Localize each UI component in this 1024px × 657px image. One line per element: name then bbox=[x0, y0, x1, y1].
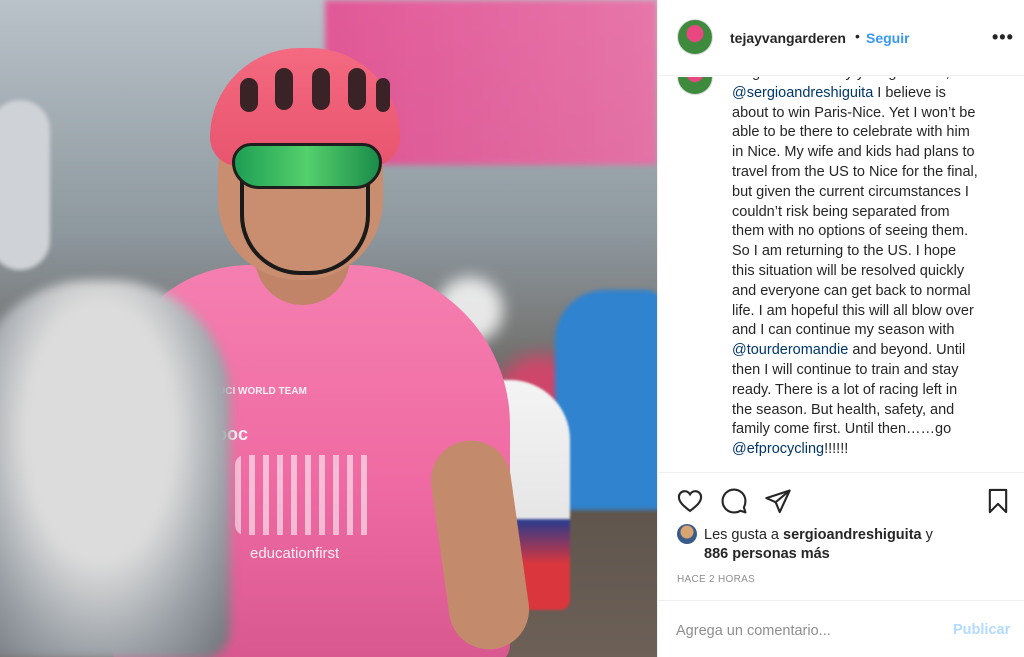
mention-link[interactable]: @efprocycling bbox=[732, 441, 824, 457]
post-photo[interactable]: UCI WORLD TEAM poc educationfirst bbox=[0, 0, 657, 657]
post-header: tejayvangarderen • Seguir ••• bbox=[658, 0, 1024, 76]
caption-line-text: family come first. Until then……go bbox=[732, 421, 952, 438]
caption-line: @tourderomandie and beyond. Until bbox=[732, 341, 1002, 361]
caption-line-text: them with no options of seeing them. bbox=[732, 223, 969, 240]
comment-icon[interactable] bbox=[720, 487, 748, 515]
separator-dot: • bbox=[855, 28, 860, 44]
caption-avatar[interactable] bbox=[677, 77, 713, 95]
mention-link[interactable]: @tourderomandie bbox=[732, 342, 848, 358]
caption-line: about to win Paris-Nice. Yet I won’t be bbox=[732, 104, 1002, 124]
foreground-rider-blur bbox=[0, 280, 230, 657]
share-icon[interactable] bbox=[764, 487, 792, 515]
likes-conj: y bbox=[921, 527, 933, 543]
caption-line: in Nice. My wife and kids had plans to bbox=[732, 143, 1002, 163]
follow-button[interactable]: Seguir bbox=[866, 30, 910, 46]
likes-text: Les gusta a sergioandreshiguita y 886 pe… bbox=[704, 526, 1004, 564]
likes-others-link[interactable]: 886 personas más bbox=[704, 546, 830, 562]
heart-icon[interactable] bbox=[676, 487, 704, 515]
caption-line: the season. But health, safety, and bbox=[732, 401, 1002, 421]
action-bar bbox=[658, 474, 1024, 524]
caption-line-text: this situation will be resolved quickly bbox=[732, 262, 965, 279]
caption-line: this situation will be resolved quickly bbox=[732, 262, 1002, 282]
avatar[interactable] bbox=[677, 19, 713, 55]
likes-prefix: Les gusta a bbox=[704, 527, 783, 543]
helmet-vent bbox=[348, 68, 366, 110]
caption-line: @efprocycling!!!!!! bbox=[732, 440, 1002, 460]
post-timestamp[interactable]: Hace 2 horas bbox=[677, 574, 755, 585]
caption-line: and everyone can get back to normal bbox=[732, 282, 1002, 302]
bookmark-icon[interactable] bbox=[984, 487, 1012, 515]
caption-line: them with no options of seeing them. bbox=[732, 222, 1002, 242]
jersey-text-ef: educationfirst bbox=[250, 545, 340, 562]
background-rider-blue bbox=[555, 290, 657, 510]
caption-text: tough decision. My young brother, @sergio… bbox=[732, 77, 1002, 460]
caption-line: So I am returning to the US. I hope bbox=[732, 242, 1002, 262]
caption-line-text: and everyone can get back to normal bbox=[732, 282, 971, 299]
caption-line-text: then I will continue to train and stay bbox=[732, 361, 959, 378]
caption-line-text: and beyond. Until bbox=[848, 342, 966, 359]
cyclist-sunglasses bbox=[232, 143, 382, 189]
helmet-vent bbox=[312, 68, 330, 110]
caption-line: travel from the US to Nice for the final… bbox=[732, 163, 1002, 183]
helmet-vent bbox=[275, 68, 293, 110]
caption-line: but given the current circumstances I bbox=[732, 183, 1002, 203]
username-link[interactable]: tejayvangarderen bbox=[730, 30, 846, 46]
caption-line-text: but given the current circumstances I bbox=[732, 183, 969, 200]
jersey-text-uci: UCI WORLD TEAM bbox=[218, 386, 307, 397]
caption-line: @sergioandreshiguita I believe is bbox=[732, 84, 1002, 104]
post-side-panel: tejayvangarderen • Seguir ••• tough deci… bbox=[657, 0, 1024, 657]
mention-link[interactable]: @sergioandreshiguita bbox=[732, 85, 873, 101]
caption-line-text: couldn’t risk being separated from bbox=[732, 203, 950, 220]
caption-line-text: the season. But health, safety, and bbox=[732, 401, 955, 418]
caption-line: and I can continue my season with bbox=[732, 321, 1002, 341]
comment-box: Publicar bbox=[658, 600, 1024, 657]
caption-line: life. I am hopeful this will all blow ov… bbox=[732, 302, 1002, 322]
caption-line: able to be there to celebrate with him bbox=[732, 123, 1002, 143]
liker-avatar[interactable] bbox=[677, 524, 697, 544]
caption-line: then I will continue to train and stay bbox=[732, 361, 1002, 381]
publish-button[interactable]: Publicar bbox=[953, 622, 1010, 638]
caption-line: family come first. Until then……go bbox=[732, 420, 1002, 440]
caption-line-text: tough decision. My young brother, bbox=[732, 77, 950, 81]
helmet-vent bbox=[240, 78, 258, 112]
caption-line-text: in Nice. My wife and kids had plans to bbox=[732, 144, 975, 161]
caption-line-text: travel from the US to Nice for the final… bbox=[732, 163, 978, 180]
caption-line: ready. There is a lot of racing left in bbox=[732, 381, 1002, 401]
caption-scroll-area[interactable]: tough decision. My young brother, @sergio… bbox=[658, 77, 1024, 473]
helmet-vent bbox=[376, 78, 390, 112]
more-options-icon[interactable]: ••• bbox=[992, 27, 1014, 48]
caption-line: couldn’t risk being separated from bbox=[732, 203, 1002, 223]
caption-line-text: life. I am hopeful this will all blow ov… bbox=[732, 302, 974, 319]
background-rider-left bbox=[0, 100, 50, 270]
liker-username-link[interactable]: sergioandreshiguita bbox=[783, 527, 922, 543]
caption-line-text: !!!!!! bbox=[824, 441, 849, 458]
caption-line-text: about to win Paris-Nice. Yet I won’t be bbox=[732, 104, 976, 121]
caption-line-text: and I can continue my season with bbox=[732, 322, 955, 339]
comment-input[interactable] bbox=[676, 621, 946, 641]
caption-line-text: able to be there to celebrate with him bbox=[732, 124, 970, 141]
caption-line: tough decision. My young brother, bbox=[732, 77, 1002, 84]
jersey-ef-logo bbox=[235, 455, 375, 535]
caption-line-text: ready. There is a lot of racing left in bbox=[732, 381, 958, 398]
caption-line-text: I believe is bbox=[873, 84, 946, 101]
caption-line-text: So I am returning to the US. I hope bbox=[732, 243, 957, 260]
